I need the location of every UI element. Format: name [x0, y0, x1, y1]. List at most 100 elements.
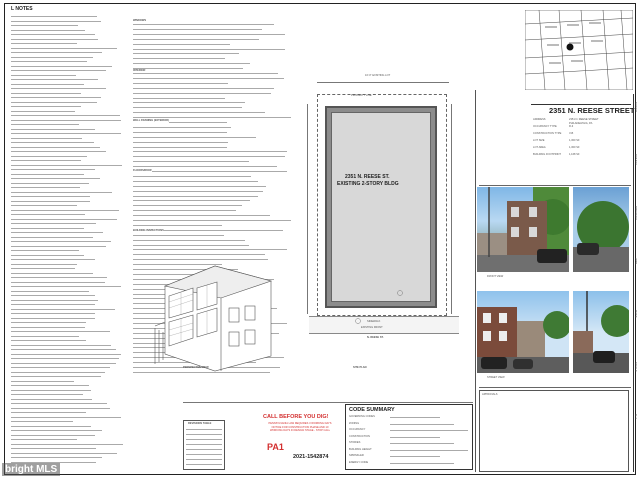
project-info-key: BUILDING FOOTPRINT — [533, 153, 561, 156]
existing-front-label: EXISTING FRONT — [361, 326, 383, 329]
project-info-key: OCCUPANCY TYPE — [533, 125, 557, 128]
project-info-key: CONSTRUCTION TYPE — [533, 132, 562, 135]
note-line — [11, 367, 111, 368]
project-title: 2351 N. REESE STREET — [549, 106, 635, 115]
lot-width-label: 16'-0" EXISTING LOT — [365, 74, 391, 77]
title-block-strip: SHEET COVER PROJECT 2351 DATE SCALE G-1 — [633, 94, 638, 472]
revision-row — [186, 464, 222, 465]
note-line — [11, 119, 122, 121]
note-line — [11, 97, 101, 98]
note-line — [11, 142, 94, 143]
note-line — [133, 131, 228, 133]
project-info-value: 1,300 SF — [569, 139, 580, 142]
note-line — [11, 196, 91, 197]
code-summary-key: GOVERNING CODES — [349, 415, 375, 418]
note-line — [11, 362, 116, 364]
code-summary-value — [390, 423, 454, 425]
spec-heading: BUILDING INSPECTIONS — [133, 229, 164, 234]
note-line — [11, 448, 96, 449]
note-line — [133, 205, 242, 207]
code-summary-key: ENERGY CODE — [349, 460, 369, 464]
note-line — [11, 43, 77, 44]
note-line — [133, 97, 226, 99]
note-line — [133, 53, 240, 55]
note-line — [11, 245, 106, 247]
note-line — [133, 215, 270, 217]
project-info-value: 1,168 SF — [569, 153, 580, 156]
pa1-logo: PA1 — [267, 442, 284, 452]
general-notes: L NOTES — [9, 6, 127, 466]
revision-row — [186, 449, 222, 450]
spec-heading: WALL FRAMING (EXTERIOR) — [133, 119, 169, 124]
note-line — [133, 58, 225, 60]
note-line — [133, 136, 257, 138]
note-line — [11, 160, 82, 161]
note-line — [133, 151, 287, 153]
revision-row — [186, 434, 222, 435]
note-line — [11, 137, 83, 139]
note-line — [133, 195, 258, 197]
note-line — [11, 430, 103, 431]
note-line — [133, 43, 230, 45]
project-info-value: 2351 N. REESE STREET PHILADELPHIA, PA — [569, 118, 599, 126]
code-summary-key: OCCUPANCY — [349, 428, 366, 431]
front-photo — [477, 187, 569, 272]
code-summary-key: ZONING — [349, 421, 360, 425]
note-line — [11, 173, 85, 175]
note-line — [11, 281, 106, 283]
site-plan: 16'-0" EXISTING LOT PROPERTY LINE 2351 N… — [303, 74, 471, 374]
note-line — [11, 421, 73, 422]
note-line — [11, 340, 87, 341]
note-line — [133, 77, 284, 79]
note-line — [133, 68, 243, 70]
note-line — [11, 83, 85, 85]
note-line — [11, 272, 94, 274]
front-photo-label: FRONT VIEW — [487, 275, 504, 278]
tree-icon — [397, 290, 403, 296]
note-line — [11, 385, 89, 386]
drawing-sheet: L NOTES WINDOWS INTERIOR WALL FRAMING (EXT… — [4, 3, 638, 475]
note-line — [133, 73, 278, 74]
spec-heading: INTERIOR — [133, 69, 146, 74]
note-line — [11, 88, 107, 89]
code-summary-value — [390, 436, 440, 438]
note-line — [133, 63, 251, 65]
note-line — [11, 187, 81, 188]
revisions-table: REVISIONS TABLE — [183, 420, 225, 470]
note-line — [11, 457, 103, 458]
note-line — [11, 20, 101, 22]
project-info-value: V-B — [569, 132, 574, 135]
note-line — [11, 110, 76, 112]
note-line — [11, 29, 85, 31]
note-line — [11, 376, 101, 377]
title-block-label: G-1 — [634, 414, 638, 420]
note-line — [133, 180, 258, 182]
note-line — [11, 56, 94, 58]
note-line — [133, 33, 285, 35]
code-summary-value — [390, 417, 440, 418]
sidewalk-label: SIDEWALK — [367, 320, 381, 323]
code-summary-value — [390, 449, 468, 451]
note-line — [133, 161, 250, 163]
side-photo-1 — [573, 187, 629, 272]
note-line — [133, 24, 274, 25]
building-label-line1: 2351 N. REESE ST. — [345, 174, 390, 180]
revisions-title: REVISIONS TABLE — [188, 422, 212, 425]
note-line — [11, 389, 91, 391]
note-line — [11, 214, 85, 215]
code-summary-key: SPRINKLER — [349, 454, 364, 457]
code-summary: CODE SUMMARY GOVERNING CODES ZONING OCCUPA… — [345, 404, 473, 470]
note-line — [11, 232, 103, 233]
note-line — [11, 191, 112, 193]
note-line — [11, 65, 112, 67]
note-line — [133, 146, 228, 148]
note-line — [11, 268, 75, 269]
axon-drawing — [154, 265, 273, 372]
note-line — [11, 317, 95, 319]
note-line — [11, 407, 110, 409]
note-line — [11, 263, 78, 265]
note-line — [11, 178, 101, 179]
project-info-key: LOT AREA — [533, 146, 546, 149]
note-line — [11, 322, 86, 323]
code-summary-title: CODE SUMMARY — [349, 407, 395, 413]
